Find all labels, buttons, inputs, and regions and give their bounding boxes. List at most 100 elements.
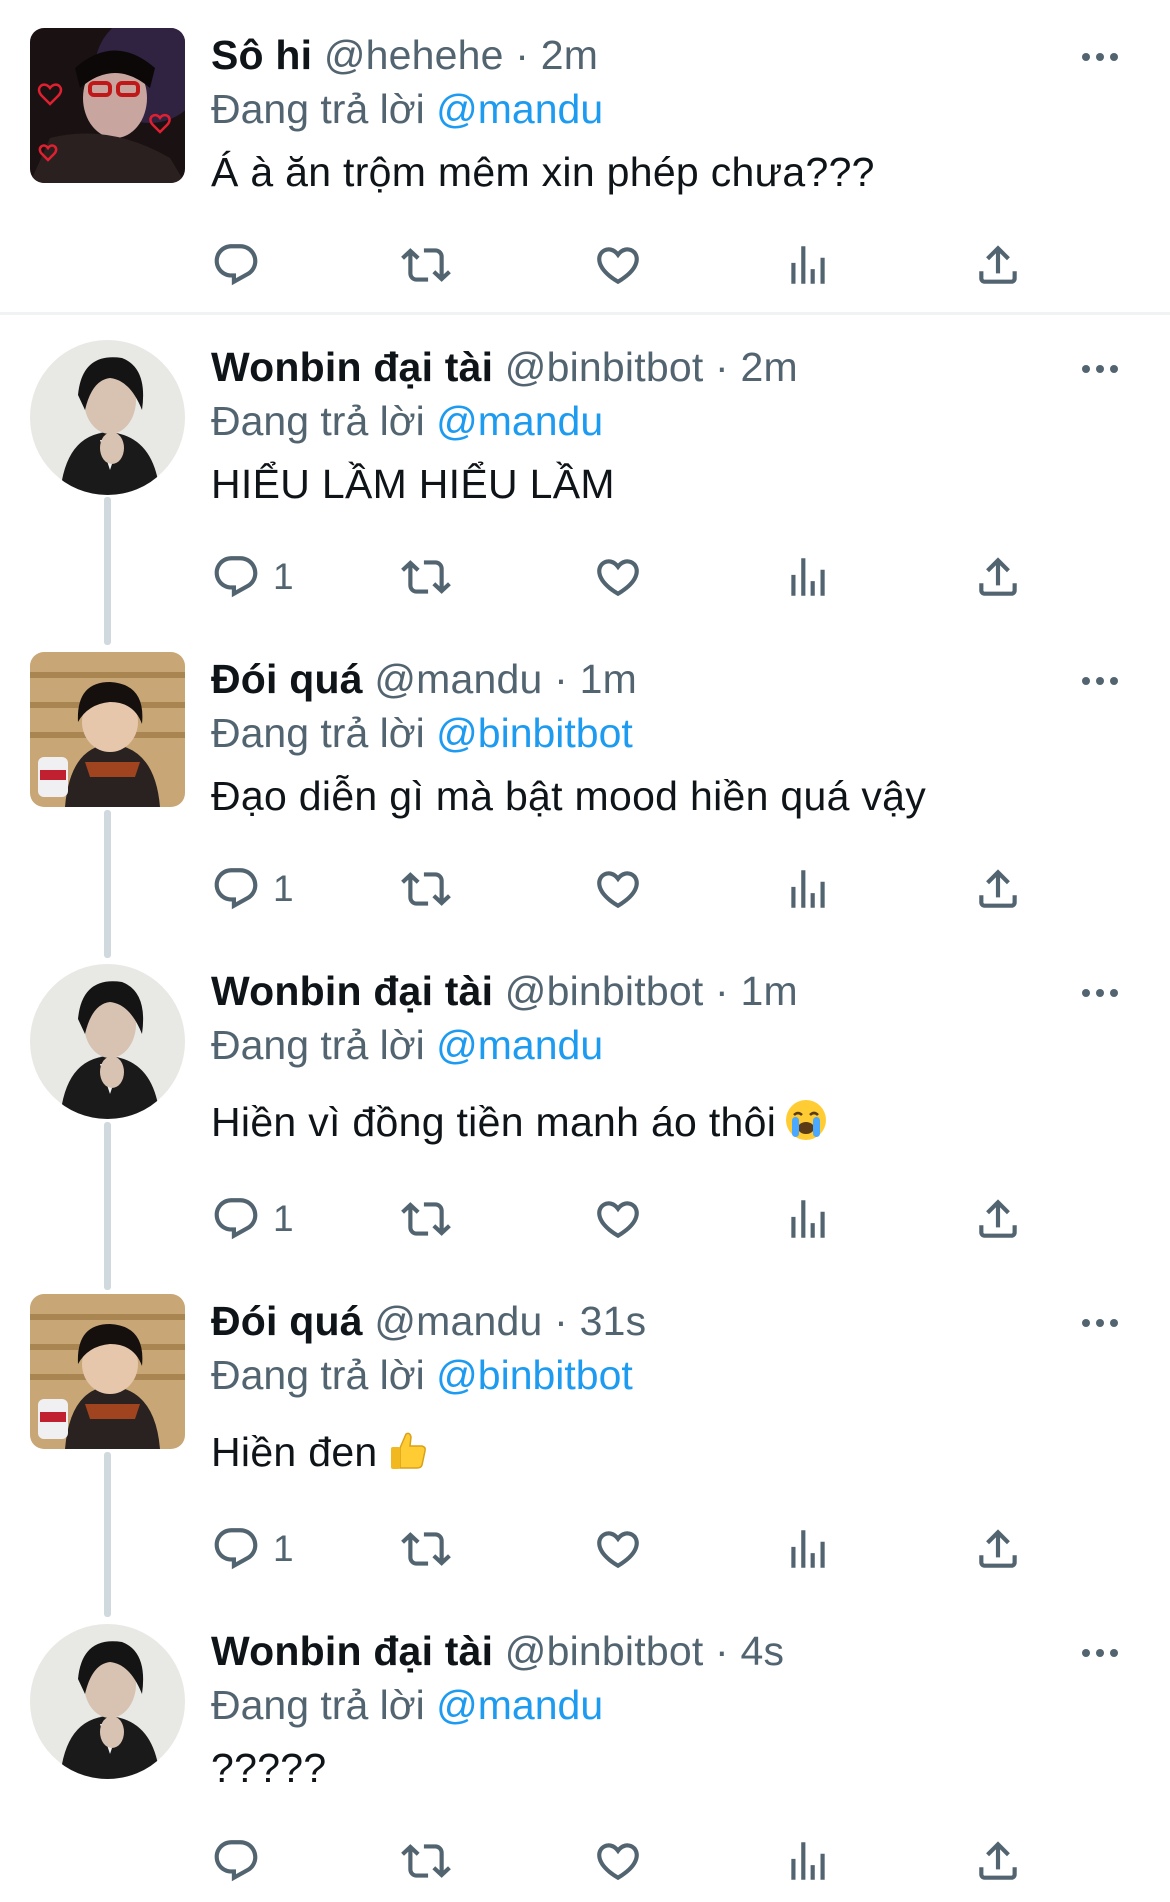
user-handle[interactable]: @mandu bbox=[374, 1298, 542, 1344]
tweet-text: ????? bbox=[211, 1745, 327, 1791]
reply-count: 1 bbox=[273, 868, 294, 909]
thread-line bbox=[104, 1122, 111, 1290]
display-name[interactable]: Wonbin đại tài bbox=[211, 968, 493, 1014]
user-handle[interactable]: @binbitbot bbox=[505, 344, 704, 390]
share-button[interactable] bbox=[973, 1831, 1023, 1891]
avatar[interactable] bbox=[30, 28, 185, 183]
views-button[interactable] bbox=[783, 1831, 833, 1891]
retweet-button[interactable] bbox=[401, 1831, 451, 1891]
separator-dot: · bbox=[554, 656, 568, 702]
tweet-text-body: Hiền vì đồng tiền manh áo thôi bbox=[211, 1099, 777, 1145]
reply-button[interactable]: 1 bbox=[211, 547, 294, 607]
tweet-header: Sô hi @hehehe · 2m bbox=[211, 28, 1130, 82]
replying-to: Đang trả lời @mandu bbox=[211, 1678, 1130, 1732]
like-icon bbox=[593, 1524, 643, 1574]
tweet-actions: 1 bbox=[211, 1519, 1041, 1579]
more-icon[interactable] bbox=[1070, 1638, 1130, 1668]
more-icon[interactable] bbox=[1070, 666, 1130, 696]
display-name[interactable]: Wonbin đại tài bbox=[211, 344, 493, 390]
retweet-button[interactable] bbox=[401, 547, 451, 607]
like-button[interactable] bbox=[593, 1519, 643, 1579]
reply-count: 1 bbox=[273, 556, 294, 597]
more-icon[interactable] bbox=[1070, 354, 1130, 384]
timestamp[interactable]: 1m bbox=[580, 656, 637, 702]
reply-button[interactable]: 1 bbox=[211, 1519, 294, 1579]
thread-line bbox=[104, 810, 111, 958]
user-handle[interactable]: @binbitbot bbox=[505, 1628, 704, 1674]
avatar[interactable] bbox=[30, 1294, 185, 1449]
like-icon bbox=[593, 552, 643, 602]
views-icon bbox=[783, 1194, 833, 1244]
replying-to-label: Đang trả lời bbox=[211, 1022, 425, 1068]
views-icon bbox=[783, 240, 833, 290]
reply-button[interactable] bbox=[211, 1831, 273, 1891]
display-name[interactable]: Wonbin đại tài bbox=[211, 1628, 493, 1674]
more-icon[interactable] bbox=[1070, 978, 1130, 1008]
separator-dot: · bbox=[715, 968, 729, 1014]
share-icon bbox=[973, 1836, 1023, 1886]
separator-dot: · bbox=[715, 1628, 729, 1674]
more-icon[interactable] bbox=[1070, 1308, 1130, 1338]
like-button[interactable] bbox=[593, 1189, 643, 1249]
views-button[interactable] bbox=[783, 1189, 833, 1249]
display-name[interactable]: Đói quá bbox=[211, 1298, 363, 1344]
views-icon bbox=[783, 1836, 833, 1886]
mention-link[interactable]: @mandu bbox=[436, 398, 603, 444]
share-button[interactable] bbox=[973, 859, 1023, 919]
crying-face-icon bbox=[786, 1100, 827, 1140]
mention-link[interactable]: @mandu bbox=[436, 1022, 603, 1068]
more-icon[interactable] bbox=[1070, 42, 1130, 72]
reply-button[interactable] bbox=[211, 235, 273, 295]
like-button[interactable] bbox=[593, 1831, 643, 1891]
mention-link[interactable]: @mandu bbox=[436, 1682, 603, 1728]
mention-link[interactable]: @mandu bbox=[436, 86, 603, 132]
display-name[interactable]: Đói quá bbox=[211, 656, 363, 702]
views-icon bbox=[783, 864, 833, 914]
thread-line bbox=[104, 497, 111, 645]
share-button[interactable] bbox=[973, 1519, 1023, 1579]
avatar[interactable] bbox=[30, 652, 185, 807]
user-handle[interactable]: @binbitbot bbox=[505, 968, 704, 1014]
retweet-icon bbox=[401, 864, 451, 914]
timestamp[interactable]: 2m bbox=[541, 32, 598, 78]
reply-icon bbox=[211, 1836, 261, 1886]
replying-to-label: Đang trả lời bbox=[211, 1682, 425, 1728]
retweet-button[interactable] bbox=[401, 859, 451, 919]
avatar[interactable] bbox=[30, 1624, 185, 1779]
share-icon bbox=[973, 1194, 1023, 1244]
reply-icon bbox=[211, 240, 261, 290]
avatar[interactable] bbox=[30, 964, 185, 1119]
like-button[interactable] bbox=[593, 859, 643, 919]
display-name[interactable]: Sô hi bbox=[211, 32, 312, 78]
retweet-button[interactable] bbox=[401, 235, 451, 295]
reply-button[interactable]: 1 bbox=[211, 1189, 294, 1249]
tweet-header: Wonbin đại tài @binbitbot · 1m bbox=[211, 964, 1130, 1018]
avatar[interactable] bbox=[30, 340, 185, 495]
views-button[interactable] bbox=[783, 235, 833, 295]
share-button[interactable] bbox=[973, 1189, 1023, 1249]
tweet-text: Hiền vì đồng tiền manh áo thôi bbox=[211, 1092, 1130, 1152]
replying-to: Đang trả lời @binbitbot bbox=[211, 706, 1130, 760]
views-button[interactable] bbox=[783, 859, 833, 919]
mention-link[interactable]: @binbitbot bbox=[436, 710, 633, 756]
user-handle[interactable]: @mandu bbox=[374, 656, 542, 702]
like-button[interactable] bbox=[593, 235, 643, 295]
tweet-text: Á à ăn trộm mêm xin phép chưa??? bbox=[211, 149, 875, 195]
timestamp[interactable]: 2m bbox=[740, 344, 797, 390]
mention-link[interactable]: @binbitbot bbox=[436, 1352, 633, 1398]
tweet-divider bbox=[0, 312, 1170, 315]
retweet-button[interactable] bbox=[401, 1189, 451, 1249]
retweet-button[interactable] bbox=[401, 1519, 451, 1579]
views-button[interactable] bbox=[783, 1519, 833, 1579]
reply-count: 1 bbox=[273, 1198, 294, 1239]
timestamp[interactable]: 1m bbox=[740, 968, 797, 1014]
like-button[interactable] bbox=[593, 547, 643, 607]
replying-to: Đang trả lời @mandu bbox=[211, 82, 1130, 136]
user-handle[interactable]: @hehehe bbox=[324, 32, 504, 78]
share-button[interactable] bbox=[973, 547, 1023, 607]
reply-button[interactable]: 1 bbox=[211, 859, 294, 919]
timestamp[interactable]: 4s bbox=[740, 1628, 784, 1674]
timestamp[interactable]: 31s bbox=[580, 1298, 647, 1344]
share-button[interactable] bbox=[973, 235, 1023, 295]
views-button[interactable] bbox=[783, 547, 833, 607]
